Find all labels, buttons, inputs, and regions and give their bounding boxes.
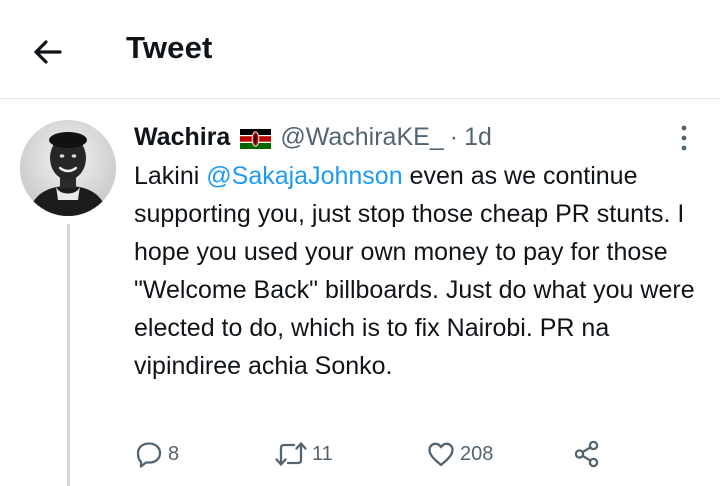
share-icon — [574, 440, 599, 468]
avatar[interactable] — [20, 120, 116, 216]
separator-dot: · — [449, 122, 459, 151]
back-button[interactable] — [28, 32, 68, 72]
reply-icon — [136, 442, 162, 468]
page-title: Tweet — [126, 30, 213, 65]
reply-count: 8 — [168, 442, 180, 465]
profile-photo — [20, 120, 116, 216]
like-count: 208 — [460, 442, 494, 465]
reply-button[interactable]: 8 — [134, 436, 179, 472]
author-name[interactable]: Wachira — [134, 123, 230, 152]
tweet-text-start: Lakini — [134, 162, 207, 190]
top-bar: Tweet — [0, 0, 720, 98]
retweet-count: 11 — [312, 442, 333, 465]
thread-line — [67, 224, 70, 486]
kenya-flag-icon — [240, 127, 272, 149]
more-button[interactable] — [672, 121, 696, 157]
author-handle[interactable]: @WachiraKE_ — [280, 123, 443, 152]
retweet-button[interactable]: 11 — [274, 436, 333, 472]
tweet-text: Lakini @SakajaJohnson even as we continu… — [134, 157, 709, 385]
share-button[interactable] — [572, 436, 602, 472]
tweet-header: Wachira @WachiraKE_ · 1d — [134, 120, 492, 154]
mention-link[interactable]: @SakajaJohnson — [206, 162, 402, 190]
header-divider — [0, 98, 720, 99]
action-bar: 8 11 208 — [134, 436, 654, 472]
arrow-left-icon — [34, 40, 62, 64]
tweet-time[interactable]: 1d — [464, 123, 492, 152]
retweet-icon — [275, 442, 307, 466]
more-vertical-icon — [681, 125, 687, 151]
like-button[interactable]: 208 — [426, 436, 493, 472]
heart-icon — [428, 442, 454, 467]
tweet-text-rest: even as we continue supporting you, just… — [134, 162, 695, 380]
